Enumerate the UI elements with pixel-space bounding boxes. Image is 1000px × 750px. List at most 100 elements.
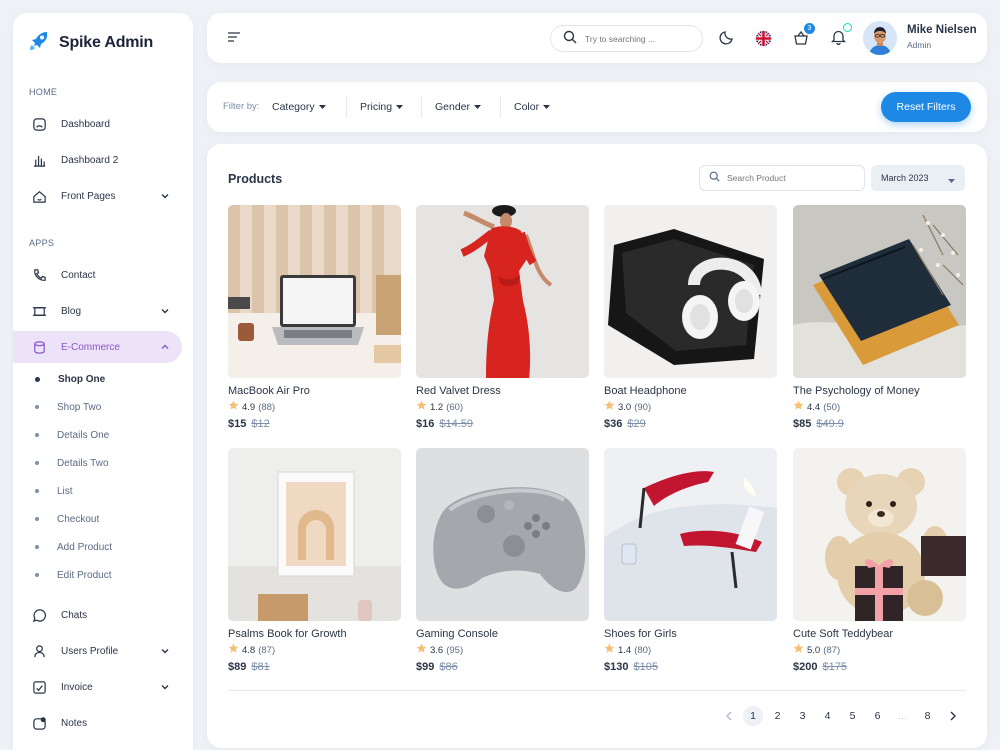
product-old-price: $105	[633, 661, 658, 673]
star-icon	[793, 400, 804, 414]
brand[interactable]: Spike Admin	[27, 29, 153, 56]
sidebar-subitem-list[interactable]: List	[35, 482, 73, 500]
notification-dot	[843, 23, 852, 32]
product-rating: 1.4 (80)	[604, 643, 777, 657]
chevron-down-icon	[160, 646, 170, 659]
rating-count: (60)	[446, 401, 464, 413]
product-price: $36	[604, 418, 623, 430]
page-button-2[interactable]: 2	[765, 706, 790, 726]
sidebar-subitem-label: Edit Product	[57, 569, 112, 581]
product-name[interactable]: Cute Soft Teddybear	[793, 628, 966, 640]
caret-down-icon	[396, 101, 404, 113]
page-button-4[interactable]: 4	[815, 706, 840, 726]
filter-option-label: Color	[514, 101, 540, 113]
bell-icon[interactable]	[830, 29, 847, 48]
nav-caption-home: HOME	[29, 87, 58, 97]
filter-option-label: Pricing	[360, 101, 393, 113]
product-image-headphone[interactable]	[604, 205, 777, 378]
sidebar-subitem-label: Add Product	[57, 541, 113, 553]
moon-icon[interactable]	[719, 29, 735, 48]
reset-filters-button[interactable]: Reset Filters	[881, 92, 971, 122]
menu-toggle-icon[interactable]	[227, 31, 241, 46]
product-name[interactable]: Shoes for Girls	[604, 628, 777, 640]
bullet-dot	[35, 517, 39, 521]
chevron-up-icon	[160, 342, 170, 355]
product-name[interactable]: Boat Headphone	[604, 385, 777, 397]
product-name[interactable]: Psalms Book for Growth	[228, 628, 401, 640]
sidebar-subitem-details-one[interactable]: Details One	[35, 426, 109, 444]
next-page-chevron-icon[interactable]	[940, 706, 965, 726]
product-image-book[interactable]	[793, 205, 966, 378]
sidebar-subitem-checkout[interactable]: Checkout	[35, 510, 99, 528]
sidebar-item-dashboard-2[interactable]: Dashboard 2	[13, 144, 182, 176]
sidebar-item-front-pages[interactable]: Front Pages	[13, 180, 182, 212]
page-button-6[interactable]: 6	[865, 706, 890, 726]
top-header: 3 Mike Nielsen Admin	[207, 13, 987, 63]
product-old-price: $49.9	[816, 418, 844, 430]
product-search-input[interactable]	[727, 173, 857, 183]
sidebar-subitem-details-two[interactable]: Details Two	[35, 454, 109, 472]
filter-option-label: Gender	[435, 101, 471, 113]
bullet-dot	[35, 573, 39, 577]
avatar[interactable]	[863, 21, 897, 55]
sidebar-subitem-shop-one[interactable]: Shop One	[35, 370, 105, 388]
prev-page-chevron-icon[interactable]	[716, 706, 741, 726]
product-name[interactable]: Gaming Console	[416, 628, 589, 640]
header-search-input[interactable]	[585, 33, 695, 44]
product-rating: 3.6 (95)	[416, 643, 589, 657]
sidebar-subitem-edit-product[interactable]: Edit Product	[35, 566, 111, 584]
product-name[interactable]: MacBook Air Pro	[228, 385, 401, 397]
product-image-red-dress[interactable]	[416, 205, 589, 378]
product-image-macbook[interactable]	[228, 205, 401, 378]
product-card: MacBook Air Pro 4.9 (88) $15 $12	[228, 205, 401, 430]
database-icon	[31, 339, 47, 355]
product-prices: $16 $14.59	[416, 418, 589, 430]
product-image-psalms-book[interactable]	[228, 448, 401, 621]
product-image-shoes[interactable]	[604, 448, 777, 621]
star-icon	[416, 400, 427, 414]
rating-count: (80)	[634, 644, 652, 656]
sidebar-item-invoice[interactable]: Invoice	[13, 671, 182, 703]
header-search[interactable]	[550, 25, 703, 52]
search-icon	[709, 171, 720, 185]
filter-category-dropdown[interactable]: Category	[272, 101, 326, 113]
filter-gender-dropdown[interactable]: Gender	[435, 101, 482, 113]
cart-badge: 3	[804, 23, 815, 34]
sidebar-subitem-add-product[interactable]: Add Product	[35, 538, 112, 556]
product-name[interactable]: Red Valvet Dress	[416, 385, 589, 397]
sidebar-item-chats[interactable]: Chats	[13, 599, 182, 631]
product-search[interactable]	[699, 165, 865, 191]
month-select[interactable]: March 2023	[871, 165, 965, 191]
filter-pricing-dropdown[interactable]: Pricing	[360, 101, 404, 113]
product-image-teddybear[interactable]	[793, 448, 966, 621]
phone-icon	[31, 267, 47, 283]
product-image-gaming-console[interactable]	[416, 448, 589, 621]
sidebar-subitem-shop-two[interactable]: Shop Two	[35, 398, 101, 416]
sidebar-item-notes[interactable]: Notes	[13, 707, 182, 739]
sidebar-item-dashboard[interactable]: Dashboard	[13, 108, 182, 140]
rating-value: 1.4	[618, 644, 632, 656]
rating-value: 4.4	[807, 401, 821, 413]
rating-count: (50)	[823, 401, 841, 413]
page-button-5[interactable]: 5	[840, 706, 865, 726]
divider	[346, 96, 347, 118]
bullet-dot	[35, 545, 39, 549]
sidebar-item-ecommerce[interactable]: E-Commerce	[13, 331, 182, 363]
product-old-price: $12	[251, 418, 270, 430]
page-button-3[interactable]: 3	[790, 706, 815, 726]
uk-flag-icon[interactable]	[755, 30, 772, 50]
product-card: Psalms Book for Growth 4.8 (87) $89 $81	[228, 448, 401, 673]
sidebar-item-users-profile[interactable]: Users Profile	[13, 635, 182, 667]
aperture-icon	[31, 116, 47, 132]
page-button-1[interactable]: 1	[743, 706, 763, 726]
product-name[interactable]: The Psychology of Money	[793, 385, 966, 397]
sidebar-item-blog[interactable]: Blog	[13, 295, 182, 327]
page-button-8[interactable]: 8	[915, 706, 940, 726]
filter-color-dropdown[interactable]: Color	[514, 101, 551, 113]
sidebar-item-label: Dashboard	[61, 118, 110, 130]
product-price: $89	[228, 661, 247, 673]
sidebar: Spike Admin HOME Dashboard Dashboard 2 F…	[13, 13, 193, 750]
user-name[interactable]: Mike Nielsen	[907, 24, 977, 36]
chevron-down-icon	[160, 682, 170, 695]
sidebar-item-contact[interactable]: Contact	[13, 259, 182, 291]
